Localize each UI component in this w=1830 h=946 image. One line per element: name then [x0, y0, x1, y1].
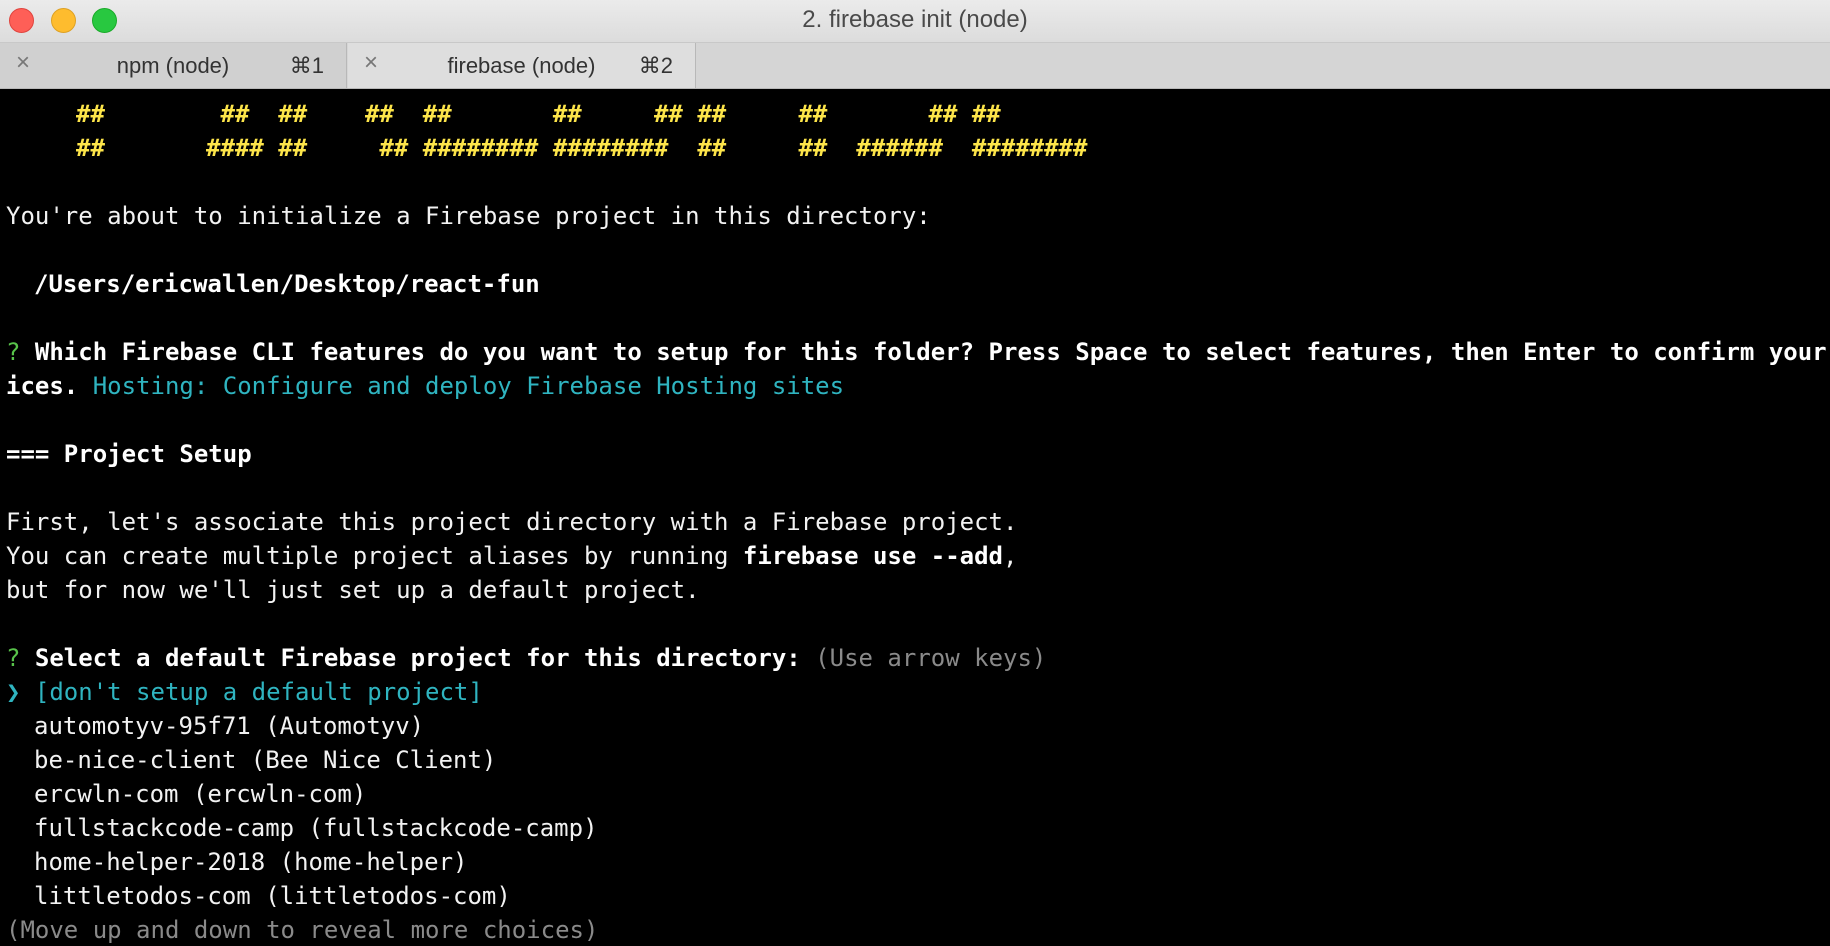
- tab-bar: × npm (node) ⌘1 × firebase (node) ⌘2: [0, 43, 1830, 89]
- option[interactable]: ercwln-com (ercwln-com): [34, 777, 366, 811]
- paragraph-line: You can create multiple project aliases …: [6, 539, 1017, 573]
- option[interactable]: automotyv-95f71 (Automotyv): [34, 709, 424, 743]
- paragraph-line: First, let's associate this project dire…: [6, 508, 1018, 536]
- more-choices-hint: (Move up and down to reveal more choices…: [6, 916, 599, 944]
- pointer-icon: ❯: [6, 678, 21, 706]
- project-question: ? Select a default Firebase project for …: [6, 641, 1046, 675]
- features-question: ? Which Firebase CLI features do you wan…: [6, 335, 1830, 369]
- ascii-banner-line: ## ## ## ## ## ## ## ## ## ## ##: [76, 100, 1001, 128]
- paragraph-line: but for now we'll just set up a default …: [6, 576, 700, 604]
- question-text: Select a default Firebase project for th…: [34, 644, 801, 672]
- option-label: [don't setup a default project]: [34, 678, 483, 706]
- tab-shortcut: ⌘2: [638, 53, 673, 78]
- question-text-continued: ices.: [6, 372, 79, 400]
- intro-text: You're about to initialize a Firebase pr…: [6, 202, 931, 230]
- tab-shortcut: ⌘1: [289, 53, 324, 78]
- option[interactable]: be-nice-client (Bee Nice Client): [34, 743, 496, 777]
- option-selected[interactable]: ❯ [don't setup a default project]: [6, 675, 483, 709]
- window-title: 2. firebase init (node): [802, 6, 1028, 33]
- hint-text: (Use arrow keys): [815, 644, 1047, 672]
- terminal-window: 2. firebase init (node) × npm (node) ⌘1 …: [0, 0, 1830, 946]
- section-heading: === Project Setup: [6, 440, 252, 468]
- features-answer-line: ices. Hosting: Configure and deploy Fire…: [6, 369, 844, 403]
- paragraph-text: You can create multiple project aliases …: [6, 542, 743, 570]
- question-text: Which Firebase CLI features do you want …: [34, 338, 1830, 366]
- terminal-output[interactable]: ## ## ## ## ## ## ## ## ## ## ## ## ####…: [0, 89, 1830, 946]
- paragraph-text: ,: [1003, 542, 1018, 570]
- prompt-mark: ?: [6, 644, 21, 672]
- option[interactable]: home-helper-2018 (home-helper): [34, 845, 467, 879]
- title-bar: 2. firebase init (node): [0, 0, 1830, 43]
- project-path: /Users/ericwallen/Desktop/react-fun: [34, 270, 540, 298]
- tab-firebase[interactable]: × firebase (node) ⌘2: [348, 43, 696, 88]
- option[interactable]: littletodos-com (littletodos-com): [34, 879, 511, 913]
- option[interactable]: fullstackcode-camp (fullstackcode-camp): [34, 811, 598, 845]
- selected-answer: Hosting: Configure and deploy Firebase H…: [92, 372, 845, 400]
- tab-npm[interactable]: × npm (node) ⌘1: [0, 43, 347, 88]
- ascii-banner-line: ## #### ## ## ######## ######## ## ## ##…: [76, 134, 1088, 162]
- prompt-mark: ?: [6, 338, 21, 366]
- command-text: firebase use --add: [742, 542, 1004, 570]
